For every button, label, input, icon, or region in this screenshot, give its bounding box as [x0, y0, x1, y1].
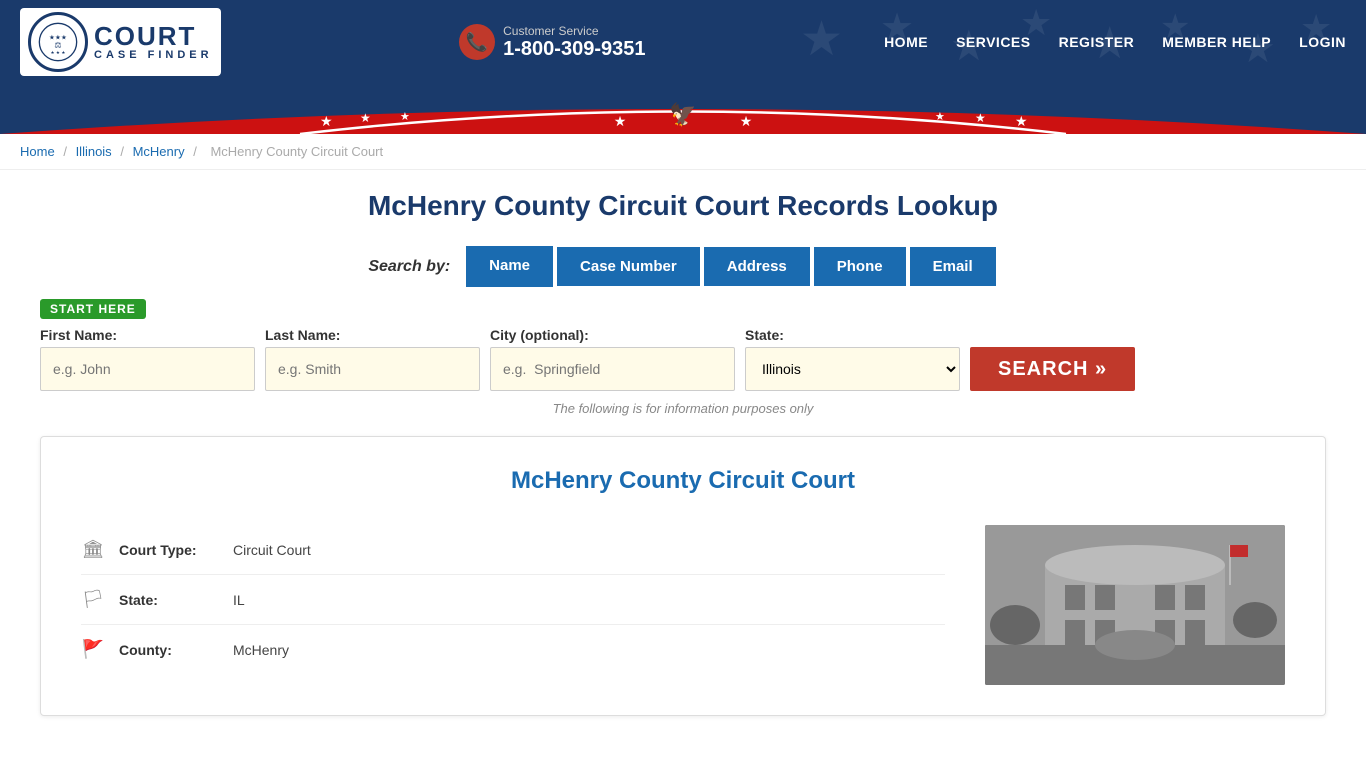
svg-text:★: ★	[320, 113, 333, 129]
court-building-image	[985, 525, 1285, 685]
court-info-details: 🏛 Court Type: Circuit Court 🏳 State: IL …	[81, 525, 945, 674]
state-label-field: State:	[119, 592, 219, 608]
svg-text:★: ★	[800, 13, 843, 66]
county-row: 🚩 County: McHenry	[81, 625, 945, 674]
logo-court-text: COURT	[94, 23, 213, 49]
breadcrumb-current: McHenry County Circuit Court	[210, 144, 383, 159]
breadcrumb: Home / Illinois / McHenry / McHenry Coun…	[0, 134, 1366, 170]
customer-service-block: 📞 Customer Service 1-800-309-9351	[459, 24, 645, 61]
nav-services[interactable]: SERVICES	[956, 34, 1031, 50]
search-button[interactable]: SEARCH »	[970, 347, 1135, 391]
svg-text:★ ★ ★: ★ ★ ★	[50, 50, 66, 55]
last-name-label: Last Name:	[265, 327, 480, 343]
county-icon: 🚩	[81, 639, 105, 660]
court-card-title: McHenry County Circuit Court	[81, 467, 1285, 495]
breadcrumb-mchenry[interactable]: McHenry	[133, 144, 185, 159]
tab-case-number[interactable]: Case Number	[557, 247, 700, 286]
state-label: State:	[745, 327, 960, 343]
court-type-row: 🏛 Court Type: Circuit Court	[81, 525, 945, 575]
site-logo[interactable]: ★★★ ⚖ ★ ★ ★ COURT CASE FINDER	[20, 8, 221, 76]
svg-text:🦅: 🦅	[669, 101, 696, 127]
svg-text:★: ★	[360, 111, 371, 125]
phone-icon: 📞	[459, 24, 495, 60]
court-type-value: Circuit Court	[233, 542, 311, 558]
info-note: The following is for information purpose…	[40, 401, 1326, 416]
main-nav: HOME SERVICES REGISTER MEMBER HELP LOGIN	[884, 34, 1346, 50]
breadcrumb-home[interactable]: Home	[20, 144, 55, 159]
page-title: McHenry County Circuit Court Records Loo…	[40, 190, 1326, 222]
city-input[interactable]	[490, 347, 735, 391]
nav-login[interactable]: LOGIN	[1299, 34, 1346, 50]
site-header: ★ ★ ★ ★ ★ ★ ★ ★ ★★★ ⚖ ★ ★ ★ COURT CASE F…	[0, 0, 1366, 84]
tab-phone[interactable]: Phone	[814, 247, 906, 286]
tab-email[interactable]: Email	[910, 247, 996, 286]
state-value: IL	[233, 592, 245, 608]
nav-register[interactable]: REGISTER	[1059, 34, 1135, 50]
svg-text:★: ★	[935, 111, 945, 123]
cs-phone: 1-800-309-9351	[503, 38, 645, 61]
state-row: 🏳 State: IL	[81, 575, 945, 625]
court-type-label: Court Type:	[119, 542, 219, 558]
tab-name[interactable]: Name	[466, 246, 553, 287]
start-here-badge: START HERE	[40, 299, 146, 319]
svg-text:★: ★	[740, 113, 753, 129]
svg-text:★: ★	[400, 111, 410, 123]
search-form: First Name: Last Name: City (optional): …	[40, 327, 1326, 391]
first-name-label: First Name:	[40, 327, 255, 343]
svg-text:★: ★	[1015, 113, 1028, 129]
last-name-input[interactable]	[265, 347, 480, 391]
cs-label: Customer Service	[503, 24, 645, 38]
logo-case-finder-text: CASE FINDER	[94, 49, 213, 61]
logo-emblem: ★★★ ⚖ ★ ★ ★	[28, 12, 88, 72]
breadcrumb-illinois[interactable]: Illinois	[76, 144, 112, 159]
county-label: County:	[119, 642, 219, 658]
city-label: City (optional):	[490, 327, 735, 343]
svg-text:⚖: ⚖	[54, 40, 61, 49]
nav-home[interactable]: HOME	[884, 34, 928, 50]
tab-address[interactable]: Address	[704, 247, 810, 286]
court-type-icon: 🏛	[81, 539, 105, 560]
state-icon: 🏳	[81, 589, 105, 610]
svg-text:★: ★	[614, 113, 627, 129]
court-card: McHenry County Circuit Court 🏛 Court Typ…	[40, 436, 1326, 716]
county-value: McHenry	[233, 642, 289, 658]
nav-member-help[interactable]: MEMBER HELP	[1162, 34, 1271, 50]
first-name-input[interactable]	[40, 347, 255, 391]
search-by-row: Search by: Name Case Number Address Phon…	[40, 246, 1326, 287]
search-by-label: Search by:	[368, 258, 450, 276]
state-select[interactable]: Illinois Alabama Alaska Arizona Arkansas…	[745, 347, 960, 391]
svg-text:★: ★	[975, 111, 986, 125]
